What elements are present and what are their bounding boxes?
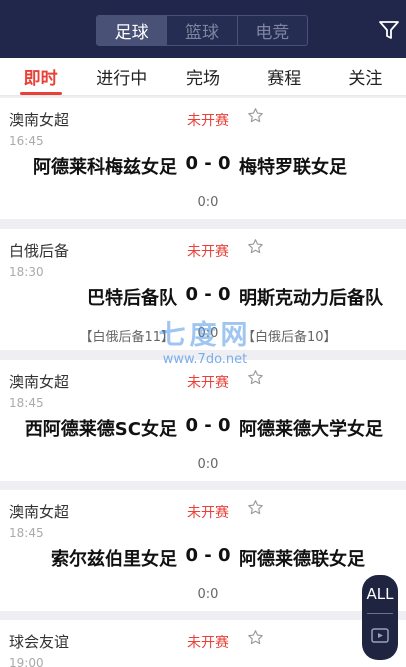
- league-name: 澳南女超: [9, 503, 70, 521]
- star-icon[interactable]: [247, 107, 264, 124]
- match-card[interactable]: 澳南女超 18:45 未开赛 索尔兹伯里女足 0 - 0 阿德莱德联女足 0:0: [0, 490, 406, 611]
- star-icon[interactable]: [247, 238, 264, 255]
- sport-switcher: 足球 篮球 电竞: [96, 15, 308, 46]
- half-score: 0:0: [197, 587, 219, 602]
- away-rank: 【白俄后备10】: [242, 330, 337, 345]
- tab-following[interactable]: 关注: [325, 58, 406, 95]
- home-team: 西阿德莱德SC女足: [24, 419, 177, 440]
- away-team: 明斯克动力后备队: [239, 288, 383, 309]
- match-score: 0 - 0: [185, 415, 231, 436]
- home-team: 巴特后备队: [87, 288, 177, 309]
- match-card[interactable]: 球会友谊 19:00 未开赛: [0, 620, 406, 667]
- half-score: 0:0: [197, 195, 219, 210]
- star-icon[interactable]: [247, 629, 264, 646]
- half-score: 0:0: [197, 457, 219, 472]
- away-team: 梅特罗联女足: [239, 157, 347, 178]
- home-team: 阿德莱科梅兹女足: [33, 157, 177, 178]
- all-button-label[interactable]: ALL: [362, 585, 398, 603]
- match-time: 18:45: [9, 526, 44, 540]
- match-time: 18:45: [9, 396, 44, 410]
- match-card[interactable]: 澳南女超 16:45 未开赛 阿德莱科梅兹女足 0 - 0 梅特罗联女足 0:0: [0, 98, 406, 219]
- match-score: 0 - 0: [185, 545, 231, 566]
- top-bar: 足球 篮球 电竞: [0, 0, 406, 58]
- match-card[interactable]: 白俄后备 18:30 未开赛 巴特后备队 0 - 0 明斯克动力后备队 【白俄后…: [0, 229, 406, 350]
- home-rank: 【白俄后备11】: [79, 330, 174, 345]
- match-status: 未开赛: [187, 635, 229, 651]
- tab-esports[interactable]: 电竞: [238, 16, 307, 45]
- tab-live[interactable]: 即时: [0, 58, 81, 95]
- star-icon[interactable]: [247, 369, 264, 386]
- tab-basketball[interactable]: 篮球: [167, 16, 238, 45]
- league-name: 白俄后备: [9, 242, 70, 260]
- tab-finished[interactable]: 完场: [162, 58, 243, 95]
- match-score: 0 - 0: [185, 284, 231, 305]
- star-icon[interactable]: [247, 499, 264, 516]
- tab-schedule[interactable]: 赛程: [244, 58, 325, 95]
- floating-all-button[interactable]: ALL: [362, 575, 398, 660]
- match-time: 19:00: [9, 656, 44, 667]
- match-time: 18:30: [9, 265, 44, 279]
- match-status: 未开赛: [187, 375, 229, 391]
- league-name: 澳南女超: [9, 111, 70, 129]
- away-team: 阿德莱德大学女足: [239, 419, 383, 440]
- league-name: 澳南女超: [9, 373, 70, 391]
- league-name: 球会友谊: [9, 633, 70, 651]
- video-icon[interactable]: [370, 625, 390, 645]
- filter-icon[interactable]: [378, 19, 400, 41]
- match-status: 未开赛: [187, 244, 229, 260]
- match-status: 未开赛: [187, 113, 229, 129]
- match-status: 未开赛: [187, 505, 229, 521]
- status-tabs: 即时 进行中 完场 赛程 关注: [0, 58, 406, 96]
- match-score: 0 - 0: [185, 153, 231, 174]
- divider: [367, 613, 393, 614]
- match-card[interactable]: 澳南女超 18:45 未开赛 西阿德莱德SC女足 0 - 0 阿德莱德大学女足 …: [0, 360, 406, 481]
- match-time: 16:45: [9, 134, 44, 148]
- tab-in-progress[interactable]: 进行中: [81, 58, 162, 95]
- half-score: 0:0: [197, 326, 219, 341]
- tab-football[interactable]: 足球: [97, 16, 168, 45]
- home-team: 索尔兹伯里女足: [51, 549, 177, 570]
- away-team: 阿德莱德联女足: [239, 549, 365, 570]
